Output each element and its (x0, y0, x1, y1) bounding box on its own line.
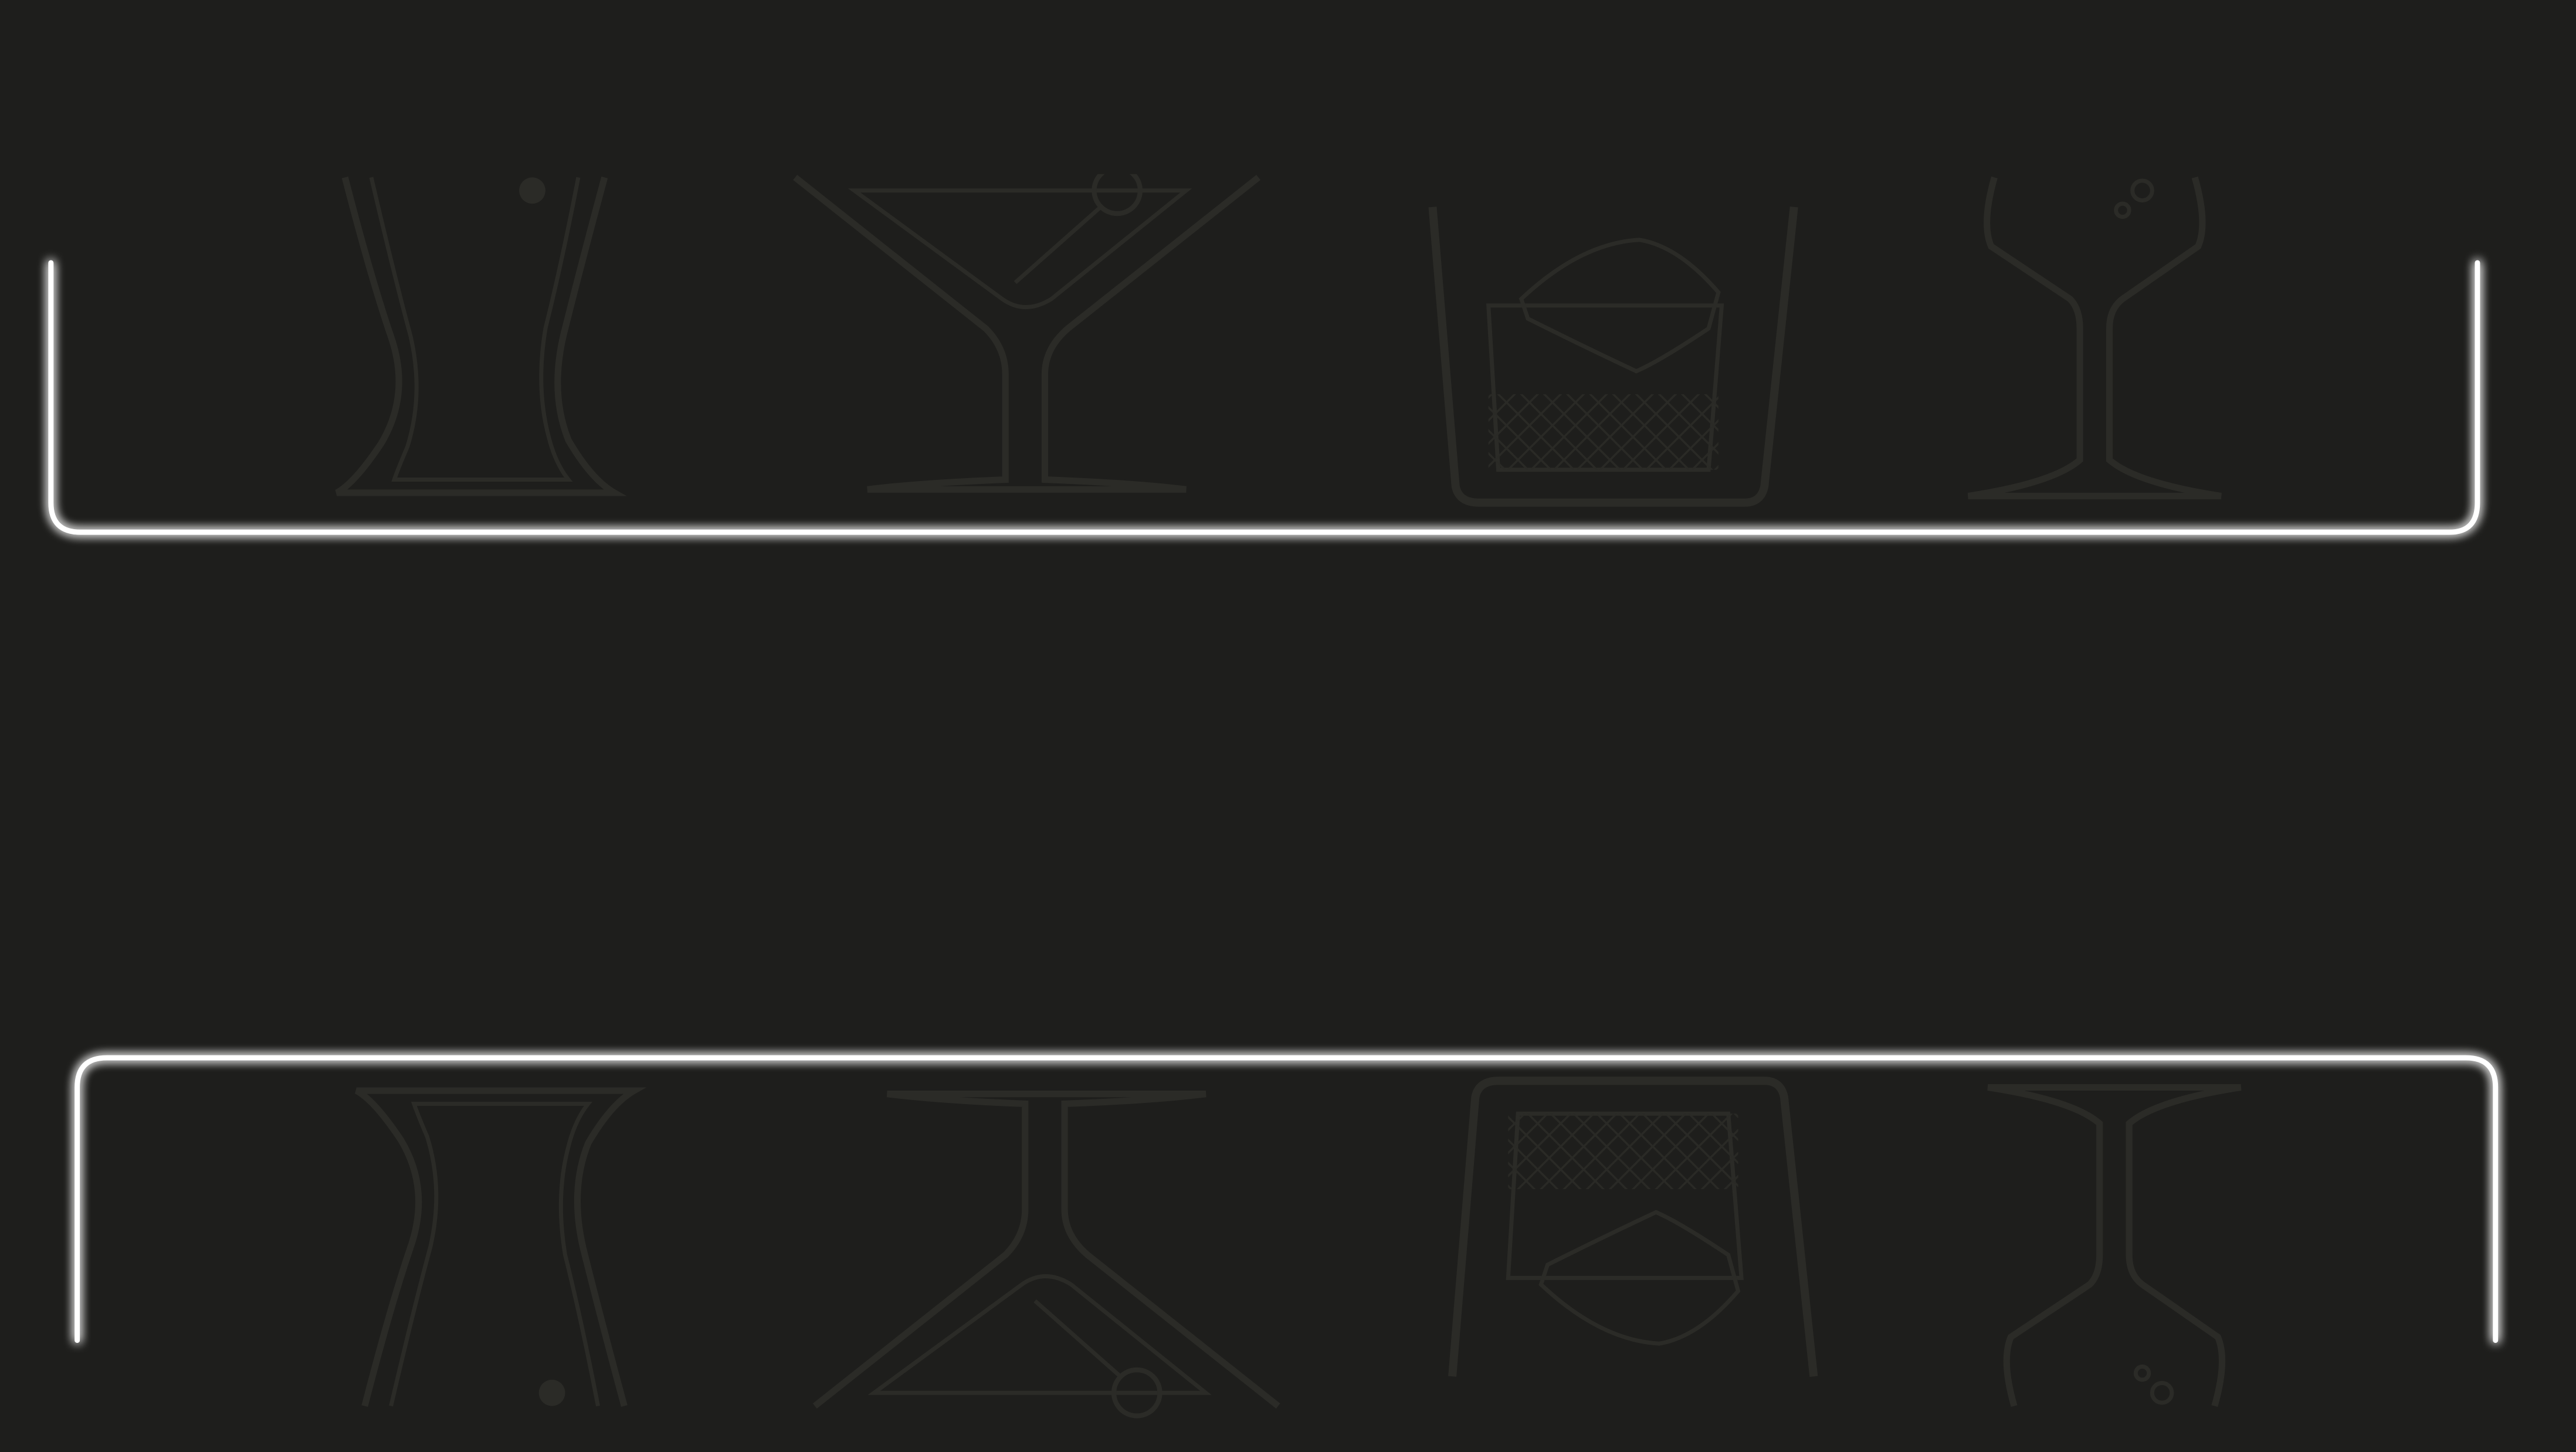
martini-glass-icon (795, 168, 1259, 490)
coupe-glass-icon (1968, 177, 2221, 496)
bottom-glass-row (357, 1081, 2241, 1416)
bottom-shelf-neon-line (74, 1055, 2499, 1343)
inverted-coupe-glass-icon (1988, 1087, 2241, 1406)
top-shelf (48, 168, 2480, 535)
bar-shelves-illustration (48, 0, 2499, 1452)
highball-glass-icon (337, 177, 614, 493)
inverted-highball-glass-icon (357, 1091, 634, 1406)
inverted-rocks-glass-icon (1452, 1081, 1814, 1376)
top-glass-row (337, 168, 2221, 503)
rocks-glass-icon (1432, 207, 1794, 503)
inverted-martini-glass-icon (815, 1094, 1278, 1416)
bottom-shelf (74, 1055, 2499, 1416)
